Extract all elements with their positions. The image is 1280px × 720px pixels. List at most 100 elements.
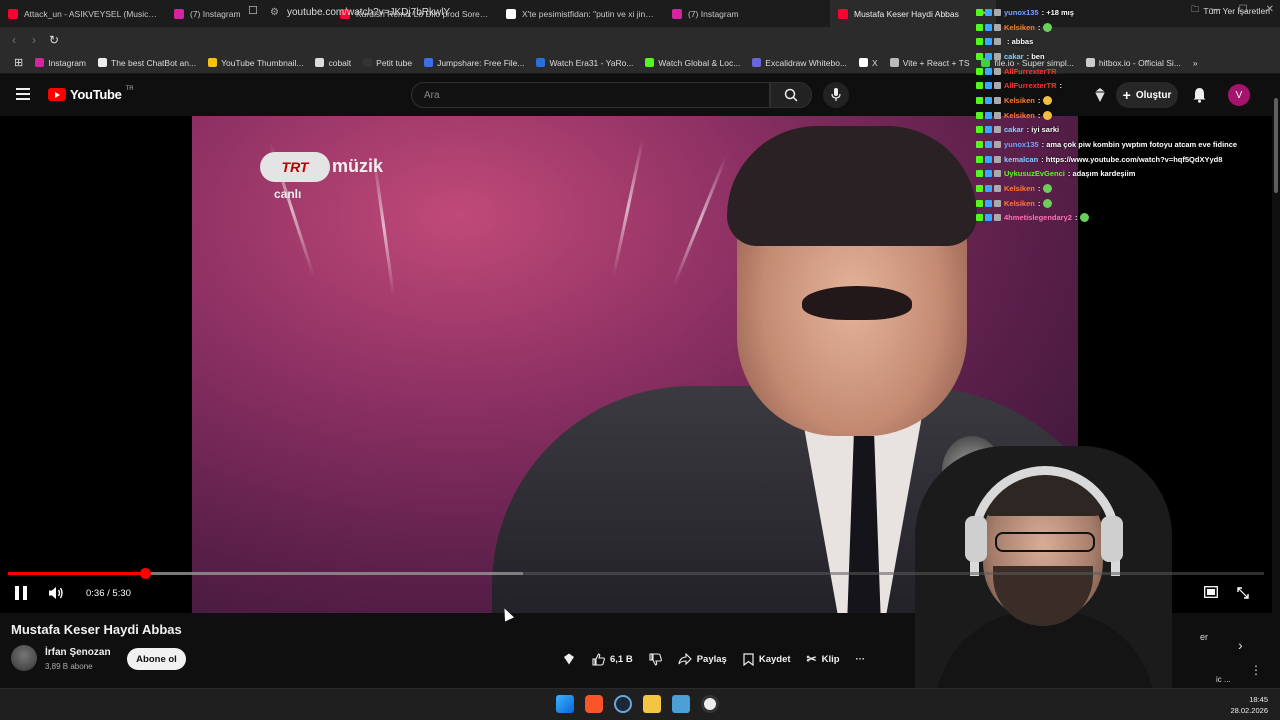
bookmark-item[interactable]: YouTube Thumbnail... xyxy=(202,58,309,68)
bookmark-item[interactable]: Jumpshare: Free File... xyxy=(418,58,530,68)
bookmark-label: YouTube Thumbnail... xyxy=(221,57,304,68)
chat-message: cakar: ben xyxy=(976,49,1276,64)
search-input[interactable]: Ara xyxy=(411,82,770,108)
url-bar[interactable]: ⚙ youtube.com/watch?v=JKDj7bRkwlY xyxy=(270,3,970,22)
chat-text: : +18 mış xyxy=(1041,7,1074,17)
bookmark-label: X xyxy=(872,57,878,68)
chat-message: yunox135: ama çok piw kombin ywptım foto… xyxy=(976,137,1276,152)
search-icon xyxy=(784,88,798,102)
chat-text: : xyxy=(1037,95,1041,105)
chat-badges xyxy=(976,8,1001,16)
more-vert-icon[interactable]: ⋮ xyxy=(1250,663,1262,677)
chat-badges xyxy=(976,52,1001,60)
recording-app-icon[interactable] xyxy=(701,695,719,713)
volume-icon[interactable] xyxy=(48,586,64,600)
channel-avatar[interactable] xyxy=(11,645,37,671)
bookmark-item[interactable]: cobalt xyxy=(309,58,357,68)
chat-emote-icon xyxy=(1043,198,1053,208)
channel-name[interactable]: İrfan Şenozan xyxy=(45,647,111,658)
chat-username: Kelsiken xyxy=(1004,22,1035,32)
bookmark-label: The best ChatBot an... xyxy=(111,57,197,68)
youtube-wordmark: YouTube xyxy=(70,87,122,102)
voice-search-button[interactable] xyxy=(823,82,849,108)
chat-username: Kelsiken xyxy=(1004,95,1035,105)
chat-text: : ben xyxy=(1026,51,1045,61)
streamer-webcam xyxy=(915,446,1172,720)
chat-badges xyxy=(976,126,1001,134)
bookmark-item[interactable]: Watch Era31 - YaRo... xyxy=(530,58,639,68)
clock-time: 18:45 xyxy=(1249,695,1268,704)
chat-badges xyxy=(976,185,1001,193)
windows-taskbar: 18:45 28.02.2026 xyxy=(0,688,1280,720)
bookmark-item[interactable]: Petit tube xyxy=(357,58,418,68)
system-clock[interactable]: 18:45 28.02.2026 xyxy=(1230,694,1268,716)
thumbs-up-icon xyxy=(592,652,605,666)
like-button[interactable]: 6,1 B xyxy=(588,648,637,670)
bookmark-item[interactable]: Vite + React + TS xyxy=(884,58,976,68)
clock-date: 28.02.2026 xyxy=(1230,706,1268,715)
share-button[interactable]: Paylaş xyxy=(674,648,731,670)
bookmark-item[interactable]: X xyxy=(853,58,884,68)
apps-grid-icon[interactable]: ⊞ xyxy=(8,56,29,69)
tab-title: Attack_un - ASIKVEYSEL (Music Vide xyxy=(24,8,158,19)
scissors-icon: ✂ xyxy=(806,652,817,666)
chevron-right-icon[interactable]: › xyxy=(1238,637,1243,653)
chat-message: AllFurrexterTR xyxy=(976,64,1276,79)
forward-icon[interactable]: › xyxy=(24,33,44,47)
photos-app-icon[interactable] xyxy=(672,695,690,713)
reload-icon[interactable]: ↻ xyxy=(44,33,64,47)
browser-tab[interactable]: Attack_un - ASIKVEYSEL (Music Vide xyxy=(0,0,166,27)
chat-badges xyxy=(976,170,1001,178)
clip-label: Klip xyxy=(821,653,840,665)
dislike-button[interactable] xyxy=(645,648,666,670)
more-actions-button[interactable]: ··· xyxy=(852,648,870,670)
bookmark-item[interactable]: Instagram xyxy=(29,58,92,68)
theater-mode-icon[interactable] xyxy=(1204,586,1218,598)
pause-button[interactable] xyxy=(15,586,27,600)
bookmark-label: Instagram xyxy=(48,57,87,68)
brave-browser-icon[interactable] xyxy=(585,695,603,713)
sidebar-partial-text-2: ic ... xyxy=(1216,675,1231,684)
bookmark-item[interactable]: The best ChatBot an... xyxy=(92,58,202,68)
fullscreen-icon[interactable] xyxy=(1237,587,1249,599)
youtube-logo[interactable]: YouTube TR xyxy=(48,85,134,102)
steam-icon[interactable] xyxy=(614,695,632,713)
chat-badges xyxy=(976,155,1001,163)
clip-button[interactable]: ✂ Klip xyxy=(803,648,844,670)
bookmark-label: Watch Era31 - YaRo... xyxy=(549,57,634,68)
video-progress-bar[interactable] xyxy=(8,568,1264,579)
scrubber-handle[interactable] xyxy=(139,568,151,579)
played-bar xyxy=(8,572,145,575)
subscribe-button[interactable]: Abone ol xyxy=(127,648,186,670)
url-text: youtube.com/watch?v=JKDj7bRkwlY xyxy=(286,7,451,18)
bookmark-favicon-icon xyxy=(424,58,434,67)
chat-text: : https://www.youtube.com/watch?v=hqf5Qd… xyxy=(1041,154,1223,164)
save-button[interactable]: Kaydet xyxy=(739,648,795,670)
bookmark-page-icon[interactable]: ☐ xyxy=(248,4,258,17)
sidebar-partial-text: er xyxy=(1200,632,1209,642)
chat-username: Kelsiken xyxy=(1004,184,1035,194)
page-scrollbar[interactable] xyxy=(1272,88,1280,688)
back-icon[interactable]: ‹ xyxy=(4,33,24,47)
bookmark-favicon-icon xyxy=(363,58,373,67)
chat-badges xyxy=(976,23,1001,31)
chat-badges xyxy=(976,214,1001,222)
youtube-play-icon xyxy=(48,88,66,101)
search-button[interactable] xyxy=(770,82,812,108)
bookmark-item[interactable]: Watch Global & Loc... xyxy=(639,58,746,68)
chat-username: yunox135 xyxy=(1004,140,1039,150)
site-info-icon[interactable]: ⚙ xyxy=(270,7,279,18)
menu-icon[interactable] xyxy=(16,88,30,100)
start-menu-icon[interactable] xyxy=(556,695,574,713)
country-code: TR xyxy=(125,85,134,92)
chat-badges xyxy=(976,199,1001,207)
chat-message: Kelsiken: xyxy=(976,20,1276,35)
time-display: 0:36 / 5:30 xyxy=(86,588,131,599)
chat-message: kemalcan: https://www.youtube.com/watch?… xyxy=(976,152,1276,167)
file-explorer-icon[interactable] xyxy=(643,695,661,713)
bookmark-item[interactable]: Excalidraw Whitebo... xyxy=(746,58,853,68)
desktop-screen: Attack_un - ASIKVEYSEL (Music Vide (7) In… xyxy=(0,0,1280,720)
tab-title: (7) Instagram xyxy=(190,8,241,19)
share-label: Paylaş xyxy=(696,653,727,665)
premium-gem-button[interactable] xyxy=(558,648,580,670)
